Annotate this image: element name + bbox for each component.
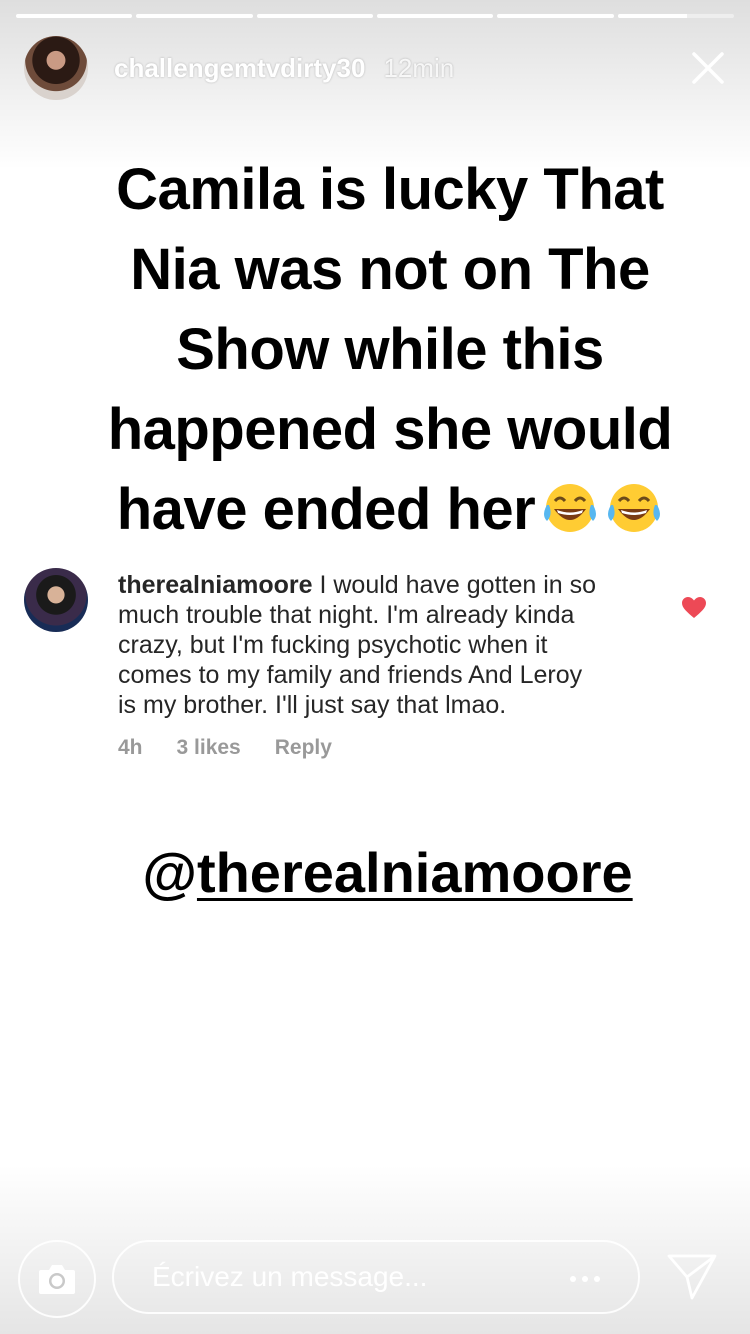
comment-text: therealniamoore I would have gotten in s… — [118, 570, 638, 720]
comment-line: comes to my family and friends And Leroy — [118, 661, 583, 689]
heart-icon — [682, 597, 706, 618]
caption-line: happened she would — [107, 397, 673, 462]
profile-avatar[interactable] — [24, 36, 88, 100]
story-header: challengemtvdirty30 12min — [24, 36, 726, 100]
progress-segment — [136, 14, 253, 18]
laughing-emoji-icon — [608, 484, 661, 532]
progress-segment — [497, 14, 614, 18]
comment-body: I would have gotten in so — [319, 571, 597, 599]
caption-line: Camila is lucky That — [116, 157, 664, 222]
story-username[interactable]: challengemtvdirty30 — [114, 53, 365, 84]
progress-segment — [256, 14, 373, 18]
camera-button[interactable] — [18, 1240, 96, 1318]
comment-line: much trouble that night. I'm already kin… — [118, 601, 575, 629]
comment-line: therealniamoore I would have gotten in s… — [118, 570, 638, 600]
comment-line: crazy, but I'm fucking psychotic when it — [118, 631, 548, 659]
message-placeholder: Écrivez un message... — [152, 1261, 428, 1292]
progress-segment — [617, 14, 734, 18]
caption-line-last: have ended her — [40, 470, 740, 550]
story-time: 12min — [383, 52, 455, 83]
progress-segment — [16, 14, 133, 18]
mention-at: @ — [142, 841, 197, 904]
comment-age: 4h — [118, 736, 143, 759]
comment-avatar — [24, 568, 88, 632]
mention-sticker[interactable]: @therealniamoore — [0, 840, 750, 905]
mention-handle[interactable]: therealniamoore — [197, 841, 633, 904]
comment-likes: 3 likes — [176, 736, 241, 759]
caption-line-text: have ended her — [116, 477, 536, 542]
story-caption: Camila is lucky That Nia was not on The … — [40, 150, 740, 550]
caption-line: Show while this — [176, 317, 604, 382]
comment-meta: 4h 3 likes Reply — [118, 736, 332, 760]
comment-line: is my brother. I'll just say that lmao. — [118, 691, 507, 719]
send-icon[interactable] — [666, 1252, 718, 1302]
laughing-emoji-icon — [544, 484, 597, 532]
comment-reply: Reply — [274, 736, 332, 759]
camera-icon — [39, 1265, 75, 1294]
story-screen: challengemtvdirty30 12min Camila is luck… — [0, 0, 750, 1334]
caption-line: Nia was not on The — [130, 237, 650, 302]
comment-username: therealniamoore — [118, 571, 313, 599]
progress-segment — [376, 14, 494, 18]
more-options-icon[interactable] — [570, 1276, 600, 1282]
message-input[interactable]: Écrivez un message... — [112, 1240, 640, 1314]
close-icon[interactable] — [690, 50, 726, 86]
story-progress — [16, 14, 734, 18]
